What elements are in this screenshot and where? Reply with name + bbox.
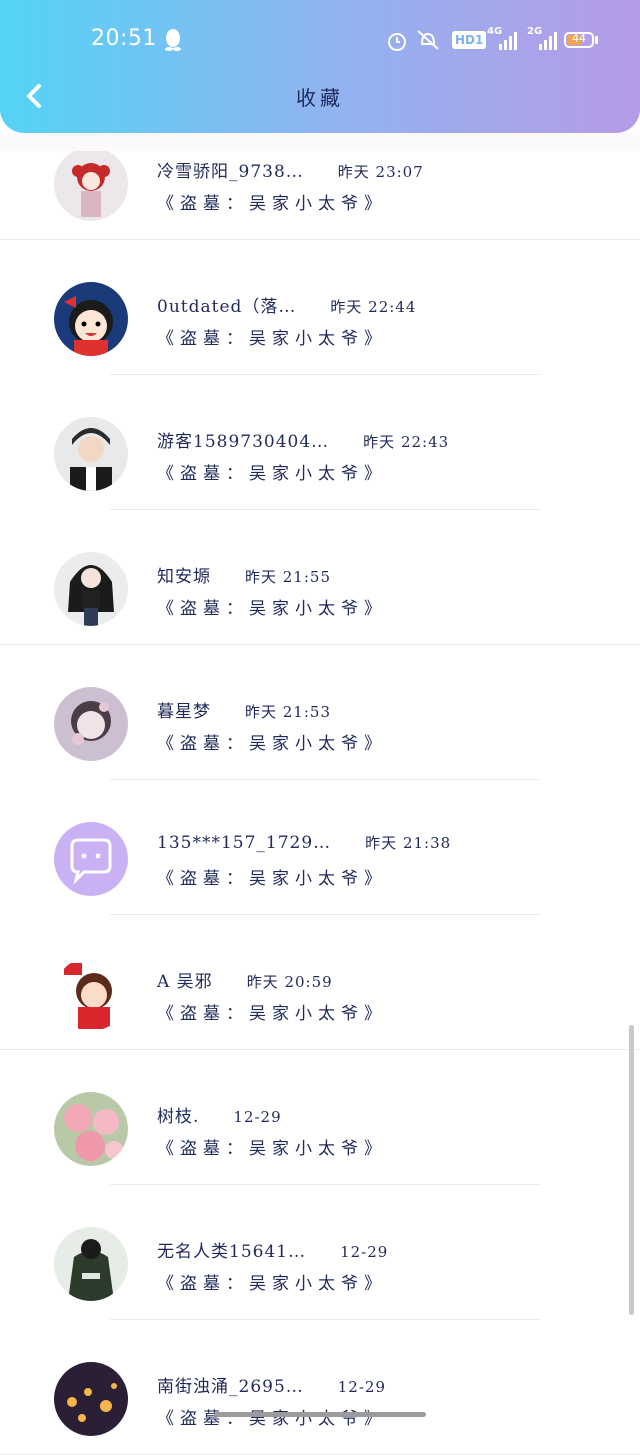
favorite-user-line: 135***157_1729… 昨天 21:38 xyxy=(157,832,451,853)
favorite-user-line: A 吴邪 昨天 20:59 xyxy=(157,967,333,992)
battery-icon: 44 xyxy=(564,32,594,48)
favorite-user-name: 无名人类15641… xyxy=(157,1242,307,1262)
roses-avatar[interactable] xyxy=(54,1092,128,1166)
favorite-user-name: A 吴邪 xyxy=(157,972,213,992)
top-strip xyxy=(0,133,640,151)
favorite-user-name: 0utdated（落… xyxy=(157,297,297,317)
signal-2-icon: 2G xyxy=(527,26,559,52)
scrollbar[interactable] xyxy=(629,1025,634,1315)
favorite-row[interactable]: 暮星梦 昨天 21:53 《盗墓：吴家小太爷》 xyxy=(0,645,640,780)
favorite-user-name: 135***157_1729… xyxy=(157,833,332,853)
favorite-user-line: 游客1589730404… 昨天 22:43 xyxy=(157,427,449,452)
battery-level: 44 xyxy=(572,32,586,45)
favorite-time: 12-29 xyxy=(337,1378,387,1396)
favorite-row[interactable]: 知安塬 昨天 21:55 《盗墓：吴家小太爷》 xyxy=(0,510,640,645)
favorite-row[interactable]: 0utdated（落… 昨天 22:44 《盗墓：吴家小太爷》 xyxy=(0,240,640,375)
favorite-book-title[interactable]: 《盗墓：吴家小太爷》 xyxy=(157,864,387,889)
favorite-book-title[interactable]: 《盗墓：吴家小太爷》 xyxy=(157,999,387,1024)
favorite-time: 昨天 22:43 xyxy=(363,433,450,451)
status-time: 20:51 xyxy=(91,26,157,51)
favorite-row[interactable]: 游客1589730404… 昨天 22:43 《盗墓：吴家小太爷》 xyxy=(0,375,640,510)
favorite-user-name: 南街浊涌_2695… xyxy=(157,1377,304,1397)
favorite-book-title[interactable]: 《盗墓：吴家小太爷》 xyxy=(157,189,387,214)
favorite-book-title[interactable]: 《盗墓：吴家小太爷》 xyxy=(157,1269,387,1294)
favorite-time: 昨天 20:59 xyxy=(246,973,333,991)
favorite-user-name: 冷雪骄阳_9738… xyxy=(157,162,304,182)
favorite-row[interactable]: A 吴邪 昨天 20:59 《盗墓：吴家小太爷》 xyxy=(0,915,640,1050)
favorite-book-title[interactable]: 《盗墓：吴家小太爷》 xyxy=(157,1134,387,1159)
favorite-time: 12-29 xyxy=(340,1243,389,1261)
favorite-user-line: 暮星梦 昨天 21:53 xyxy=(157,697,331,722)
favorite-user-line: 树枝. 12-29 xyxy=(157,1102,282,1127)
signal-1-label: 4G xyxy=(487,26,503,37)
favorite-user-line: 冷雪骄阳_9738… 昨天 23:07 xyxy=(157,157,424,182)
favorite-book-title[interactable]: 《盗墓：吴家小太爷》 xyxy=(157,729,387,754)
qq-icon xyxy=(165,29,181,51)
hd-badge: HD1 xyxy=(452,31,487,49)
boy-avatar[interactable] xyxy=(54,417,128,491)
top-header: 20:51 HD1 4G 2G 44 收藏 xyxy=(0,0,640,133)
favorite-book-title[interactable]: 《盗墓：吴家小太爷》 xyxy=(157,324,387,349)
favorite-user-line: 0utdated（落… 昨天 22:44 xyxy=(157,292,416,317)
favorite-time: 昨天 21:38 xyxy=(365,834,452,852)
page-title: 收藏 xyxy=(296,86,344,110)
red-girl-avatar[interactable] xyxy=(54,147,128,221)
status-bar: 20:51 HD1 4G 2G 44 xyxy=(0,0,640,80)
home-indicator[interactable] xyxy=(214,1412,426,1417)
flag-girl-avatar[interactable] xyxy=(54,957,128,1031)
lanterns-avatar[interactable] xyxy=(54,1362,128,1436)
favorite-user-line: 无名人类15641… 12-29 xyxy=(157,1237,388,1262)
favorite-row[interactable]: 树枝. 12-29 《盗墓：吴家小太爷》 xyxy=(0,1050,640,1185)
favorite-user-line: 南街浊涌_2695… 12-29 xyxy=(157,1372,386,1397)
girl-flower-avatar[interactable] xyxy=(54,687,128,761)
favorite-time: 昨天 21:55 xyxy=(245,568,331,586)
favorite-time: 昨天 22:44 xyxy=(330,298,417,316)
favorite-time: 昨天 23:07 xyxy=(337,163,424,181)
favorite-time: 昨天 21:53 xyxy=(245,703,331,721)
favorite-user-name: 暮星梦 xyxy=(157,702,211,722)
favorite-user-name: 游客1589730404… xyxy=(157,432,330,452)
favorite-book-title[interactable]: 《盗墓：吴家小太爷》 xyxy=(157,594,387,619)
favorite-user-line: 知安塬 昨天 21:55 xyxy=(157,562,331,587)
signal-1-icon: 4G xyxy=(487,26,519,52)
favorite-time: 12-29 xyxy=(233,1108,282,1126)
jacket-avatar[interactable] xyxy=(54,1227,128,1301)
favorite-book-title[interactable]: 《盗墓：吴家小太爷》 xyxy=(157,459,387,484)
favorite-row[interactable]: 135***157_1729… 昨天 21:38 《盗墓：吴家小太爷》 xyxy=(0,780,640,915)
mute-icon xyxy=(417,30,439,50)
girl-bw-avatar[interactable] xyxy=(54,552,128,626)
alarm-icon xyxy=(388,33,406,51)
favorite-user-name: 知安塬 xyxy=(157,567,211,587)
favorite-row[interactable]: 南街浊涌_2695… 12-29 《盗墓：吴家小太爷》 xyxy=(0,1320,640,1455)
favorite-row[interactable]: 无名人类15641… 12-29 《盗墓：吴家小太爷》 xyxy=(0,1185,640,1320)
favorite-user-name: 树枝. xyxy=(157,1107,200,1127)
chat-bubble-avatar[interactable] xyxy=(54,822,128,896)
signal-2-label: 2G xyxy=(527,26,543,37)
cartoon-girl-avatar[interactable] xyxy=(54,282,128,356)
